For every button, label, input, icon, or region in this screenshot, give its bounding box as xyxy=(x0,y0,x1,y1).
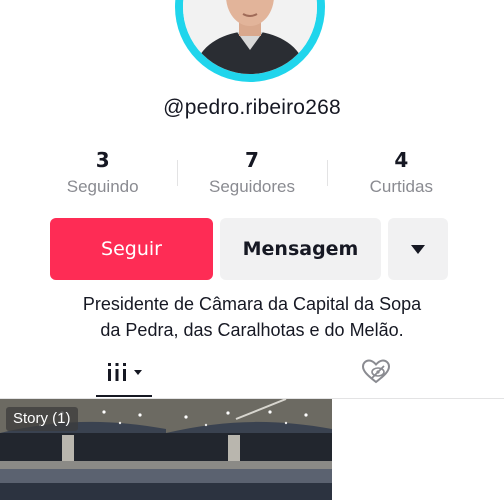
avatar-photo xyxy=(183,0,317,74)
avatar[interactable] xyxy=(183,0,317,74)
tab-videos[interactable] xyxy=(96,348,152,396)
profile-stats: 3 Seguindo 7 Seguidores 4 Curtidas xyxy=(28,146,476,206)
username: @pedro.ribeiro268 xyxy=(163,96,341,119)
stat-likes-value: 4 xyxy=(394,148,409,172)
grid-icon xyxy=(108,363,126,381)
tab-dropdown-icon xyxy=(134,369,142,375)
stat-likes-label: Curtidas xyxy=(369,177,433,196)
video-thumbnail[interactable]: Story (1) xyxy=(0,399,166,500)
stat-followers-label: Seguidores xyxy=(208,177,295,196)
profile-page: @pedro.ribeiro268 3 Seguindo 7 Seguidore… xyxy=(0,0,504,500)
active-tab-indicator xyxy=(96,395,152,397)
stat-following[interactable]: 3 Seguindo xyxy=(28,146,177,206)
stat-followers[interactable]: 7 Seguidores xyxy=(177,146,326,206)
message-button[interactable]: Mensagem xyxy=(220,218,381,280)
bio-line-2: da Pedra, das Caralhotas e do Melão. xyxy=(100,320,404,340)
caret-down-icon xyxy=(411,244,425,254)
profile-tabs xyxy=(0,348,504,399)
stat-following-label: Seguindo xyxy=(66,177,139,196)
private-heart-icon xyxy=(361,359,391,384)
stat-followers-value: 7 xyxy=(245,148,259,172)
avatar-ring[interactable] xyxy=(175,0,325,82)
more-options-button[interactable] xyxy=(388,218,448,280)
bio-line-1: Presidente de Câmara da Capital da Sopa xyxy=(82,294,422,314)
video-thumbnail[interactable] xyxy=(166,399,332,500)
tab-liked[interactable] xyxy=(356,354,396,390)
follow-button[interactable]: Seguir xyxy=(50,218,213,280)
video-thumbnail-image xyxy=(166,399,332,500)
stat-likes[interactable]: 4 Curtidas xyxy=(326,146,476,206)
story-badge: Story (1) xyxy=(6,407,78,431)
profile-bio: Presidente de Câmara da Capital da Sopa … xyxy=(0,291,504,343)
stat-following-value: 3 xyxy=(95,148,110,172)
